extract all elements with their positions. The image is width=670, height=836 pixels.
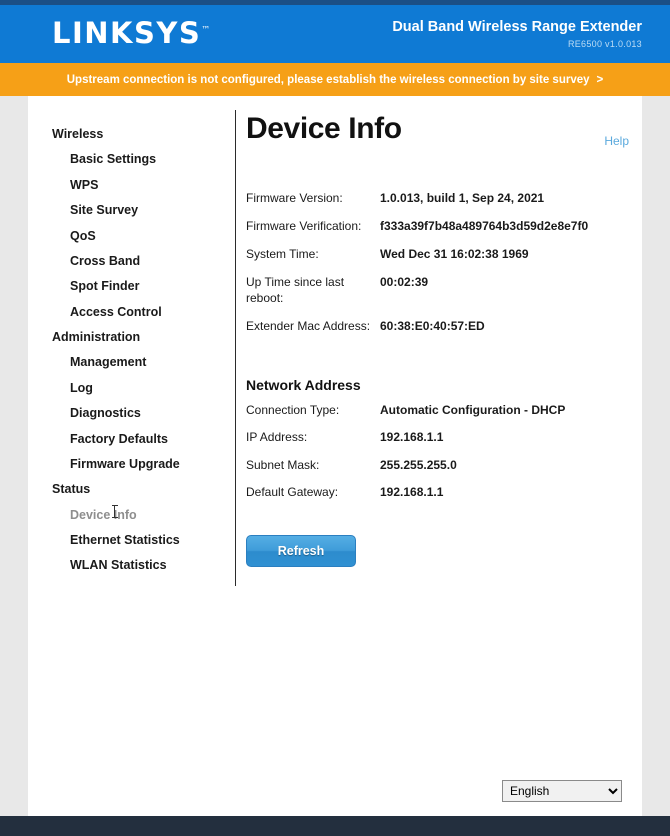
content-panel: Wireless Basic Settings WPS Site Survey … (28, 96, 642, 816)
sidebar-item-basic-settings[interactable]: Basic Settings (52, 147, 232, 172)
sidebar-item-spot-finder[interactable]: Spot Finder (52, 274, 232, 299)
uptime-value: 00:02:39 (380, 275, 429, 290)
sidebar-item-wlan-statistics[interactable]: WLAN Statistics (52, 553, 232, 578)
sidebar-item-management[interactable]: Management (52, 350, 232, 375)
refresh-button[interactable]: Refresh (246, 535, 356, 567)
page-title: Device Info (246, 112, 402, 145)
firmware-version-value: 1.0.013, build 1, Sep 24, 2021 (380, 190, 545, 205)
router-admin-page: LINKSYS™ Dual Band Wireless Range Extend… (0, 0, 670, 836)
banner-message: Upstream connection is not configured, p… (66, 73, 590, 86)
sidebar-item-access-control[interactable]: Access Control (52, 300, 232, 325)
sidebar-item-firmware-upgrade[interactable]: Firmware Upgrade (52, 452, 232, 477)
sidebar-item-device-info[interactable]: Device Info (52, 503, 232, 528)
table-row: Default Gateway: 192.168.1.1 (246, 479, 631, 507)
table-row: System Time: Wed Dec 31 16:02:38 1969 (246, 240, 631, 268)
table-row: Up Time since last reboot: 00:02:39 (246, 268, 631, 312)
sidebar-group-administration[interactable]: Administration (52, 325, 232, 350)
language-select[interactable]: English (502, 780, 622, 802)
firmware-verification-value: f333a39f7b48a489764b3d59d2e8e7f0 (380, 218, 589, 233)
sidebar-item-factory-defaults[interactable]: Factory Defaults (52, 427, 232, 452)
ip-address-value: 192.168.1.1 (380, 430, 444, 445)
footer-bar (0, 816, 670, 836)
table-row: Connection Type: Automatic Configuration… (246, 397, 631, 425)
firmware-verification-label: Firmware Verification: (246, 218, 362, 233)
subnet-mask-value: 255.255.255.0 (380, 457, 457, 472)
table-row: Firmware Verification: f333a39f7b48a4897… (246, 212, 631, 240)
sidebar-item-cross-band[interactable]: Cross Band (52, 249, 232, 274)
connection-type-value: Automatic Configuration - DHCP (380, 402, 566, 417)
help-link[interactable]: Help (604, 134, 629, 148)
device-info-table: Firmware Version: 1.0.013, build 1, Sep … (246, 184, 631, 341)
sidebar-item-label: Device Info (70, 507, 137, 522)
subnet-mask-label: Subnet Mask: (246, 457, 320, 472)
sidebar-content-divider (235, 110, 236, 586)
language-selector-wrap: English (502, 780, 622, 802)
upstream-alert-banner[interactable]: Upstream connection is not configured, p… (0, 63, 670, 96)
mac-address-value: 60:38:E0:40:57:ED (380, 319, 485, 334)
logo-wordmark: LINKSYS (52, 16, 202, 50)
trademark-symbol: ™ (201, 25, 211, 36)
linksys-logo: LINKSYS™ (52, 19, 210, 48)
mac-address-label: Extender Mac Address: (246, 319, 371, 334)
main-content: Device Info Help Firmware Version: 1.0.0… (246, 112, 631, 567)
sidebar-item-site-survey[interactable]: Site Survey (52, 198, 232, 223)
network-address-table: Connection Type: Automatic Configuration… (246, 397, 631, 507)
default-gateway-value: 192.168.1.1 (380, 485, 444, 500)
product-name: Dual Band Wireless Range Extender (392, 19, 642, 35)
table-row: Firmware Version: 1.0.013, build 1, Sep … (246, 184, 631, 212)
model-version: RE6500 v1.0.013 (567, 38, 642, 49)
table-row: Extender Mac Address: 60:38:E0:40:57:ED (246, 312, 631, 340)
default-gateway-label: Default Gateway: (246, 485, 339, 500)
uptime-label: Up Time since last reboot: (246, 275, 345, 306)
connection-type-label: Connection Type: (246, 402, 340, 417)
network-address-heading: Network Address (246, 376, 361, 393)
table-row: Subnet Mask: 255.255.255.0 (246, 452, 631, 480)
sidebar-group-status[interactable]: Status (52, 477, 232, 502)
sidebar-item-qos[interactable]: QoS (52, 224, 232, 249)
system-time-value: Wed Dec 31 16:02:38 1969 (380, 246, 529, 261)
text-cursor-icon (111, 504, 118, 518)
system-time-label: System Time: (246, 246, 319, 261)
sidebar-item-log[interactable]: Log (52, 376, 232, 401)
sidebar-group-wireless[interactable]: Wireless (52, 122, 232, 147)
sidebar-item-diagnostics[interactable]: Diagnostics (52, 401, 232, 426)
chevron-right-icon: > (596, 73, 604, 86)
sidebar-nav: Wireless Basic Settings WPS Site Survey … (52, 122, 232, 579)
table-row: IP Address: 192.168.1.1 (246, 424, 631, 452)
sidebar-item-ethernet-statistics[interactable]: Ethernet Statistics (52, 528, 232, 553)
ip-address-label: IP Address: (246, 430, 308, 445)
sidebar-item-wps[interactable]: WPS (52, 173, 232, 198)
page-header: LINKSYS™ Dual Band Wireless Range Extend… (0, 5, 670, 63)
firmware-version-label: Firmware Version: (246, 190, 343, 205)
header-product-info: Dual Band Wireless Range Extender RE6500… (392, 19, 642, 49)
